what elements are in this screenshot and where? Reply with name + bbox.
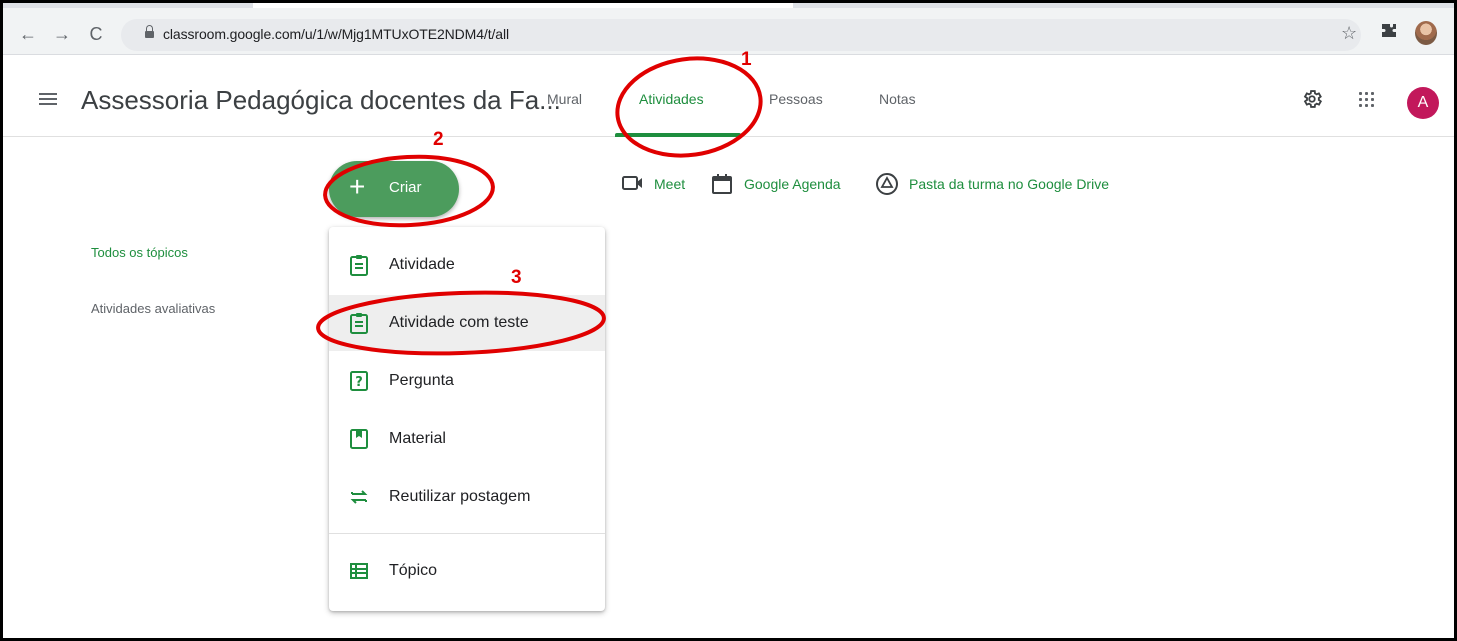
menu-divider <box>329 533 605 534</box>
assignment-icon <box>349 254 369 276</box>
question-icon: ? <box>349 370 369 392</box>
annotation-step-3: 3 <box>511 267 522 288</box>
calendar-icon[interactable] <box>711 173 733 200</box>
menu-item-label: Atividade <box>389 256 455 273</box>
star-icon[interactable]: ☆ <box>1341 23 1357 44</box>
annotation-oval-3 <box>316 290 606 356</box>
browser-profile-avatar[interactable] <box>1415 21 1437 45</box>
meet-link[interactable]: Meet <box>654 176 685 192</box>
url-text[interactable]: classroom.google.com/u/1/w/Mjg1MTUxOTE2N… <box>163 26 509 42</box>
menu-item-label: Reutilizar postagem <box>389 488 531 505</box>
tab-notas[interactable]: Notas <box>879 91 916 107</box>
topic-graded-activities[interactable]: Atividades avaliativas <box>91 301 215 316</box>
menu-item-question[interactable]: ? Pergunta <box>329 353 605 409</box>
svg-text:?: ? <box>355 375 363 390</box>
google-calendar-link[interactable]: Google Agenda <box>744 176 841 192</box>
annotation-step-2: 2 <box>433 129 444 150</box>
drive-icon[interactable] <box>875 173 899 200</box>
screenshot-frame: ← → C classroom.google.com/u/1/w/Mjg1MTU… <box>0 0 1457 641</box>
tab-strip <box>3 3 1454 8</box>
puzzle-icon[interactable] <box>1381 23 1397 44</box>
topic-all[interactable]: Todos os tópicos <box>91 245 188 260</box>
hamburger-menu-icon[interactable] <box>39 93 57 105</box>
account-avatar[interactable]: A <box>1407 87 1439 119</box>
gear-icon[interactable] <box>1301 88 1323 110</box>
browser-toolbar: ← → C classroom.google.com/u/1/w/Mjg1MTU… <box>3 3 1454 55</box>
video-camera-icon[interactable] <box>621 173 645 198</box>
menu-item-label: Material <box>389 430 446 447</box>
apps-grid-icon[interactable] <box>1359 92 1375 108</box>
material-icon <box>349 428 369 450</box>
menu-item-label: Tópico <box>389 562 438 579</box>
back-icon[interactable]: ← <box>17 23 39 45</box>
annotation-oval-2 <box>323 154 495 228</box>
class-drive-folder-link[interactable]: Pasta da turma no Google Drive <box>909 176 1109 192</box>
tab-pessoas[interactable]: Pessoas <box>769 91 823 107</box>
active-browser-tab[interactable] <box>253 3 793 8</box>
lock-icon[interactable] <box>145 25 154 39</box>
menu-item-topic[interactable]: Tópico <box>329 543 605 599</box>
address-bar[interactable]: classroom.google.com/u/1/w/Mjg1MTUxOTE2N… <box>121 19 1361 51</box>
menu-item-material[interactable]: Material <box>329 411 605 467</box>
forward-icon[interactable]: → <box>51 23 73 45</box>
annotation-step-1: 1 <box>741 49 752 70</box>
menu-item-label: Pergunta <box>389 372 454 389</box>
menu-item-reuse-post[interactable]: Reutilizar postagem <box>329 469 605 525</box>
reuse-post-icon <box>349 486 369 508</box>
class-title[interactable]: Assessoria Pedagógica docentes da Fa... <box>81 85 561 116</box>
reload-icon[interactable]: C <box>85 23 107 45</box>
topic-icon <box>349 560 369 582</box>
tab-mural[interactable]: Mural <box>547 91 582 107</box>
